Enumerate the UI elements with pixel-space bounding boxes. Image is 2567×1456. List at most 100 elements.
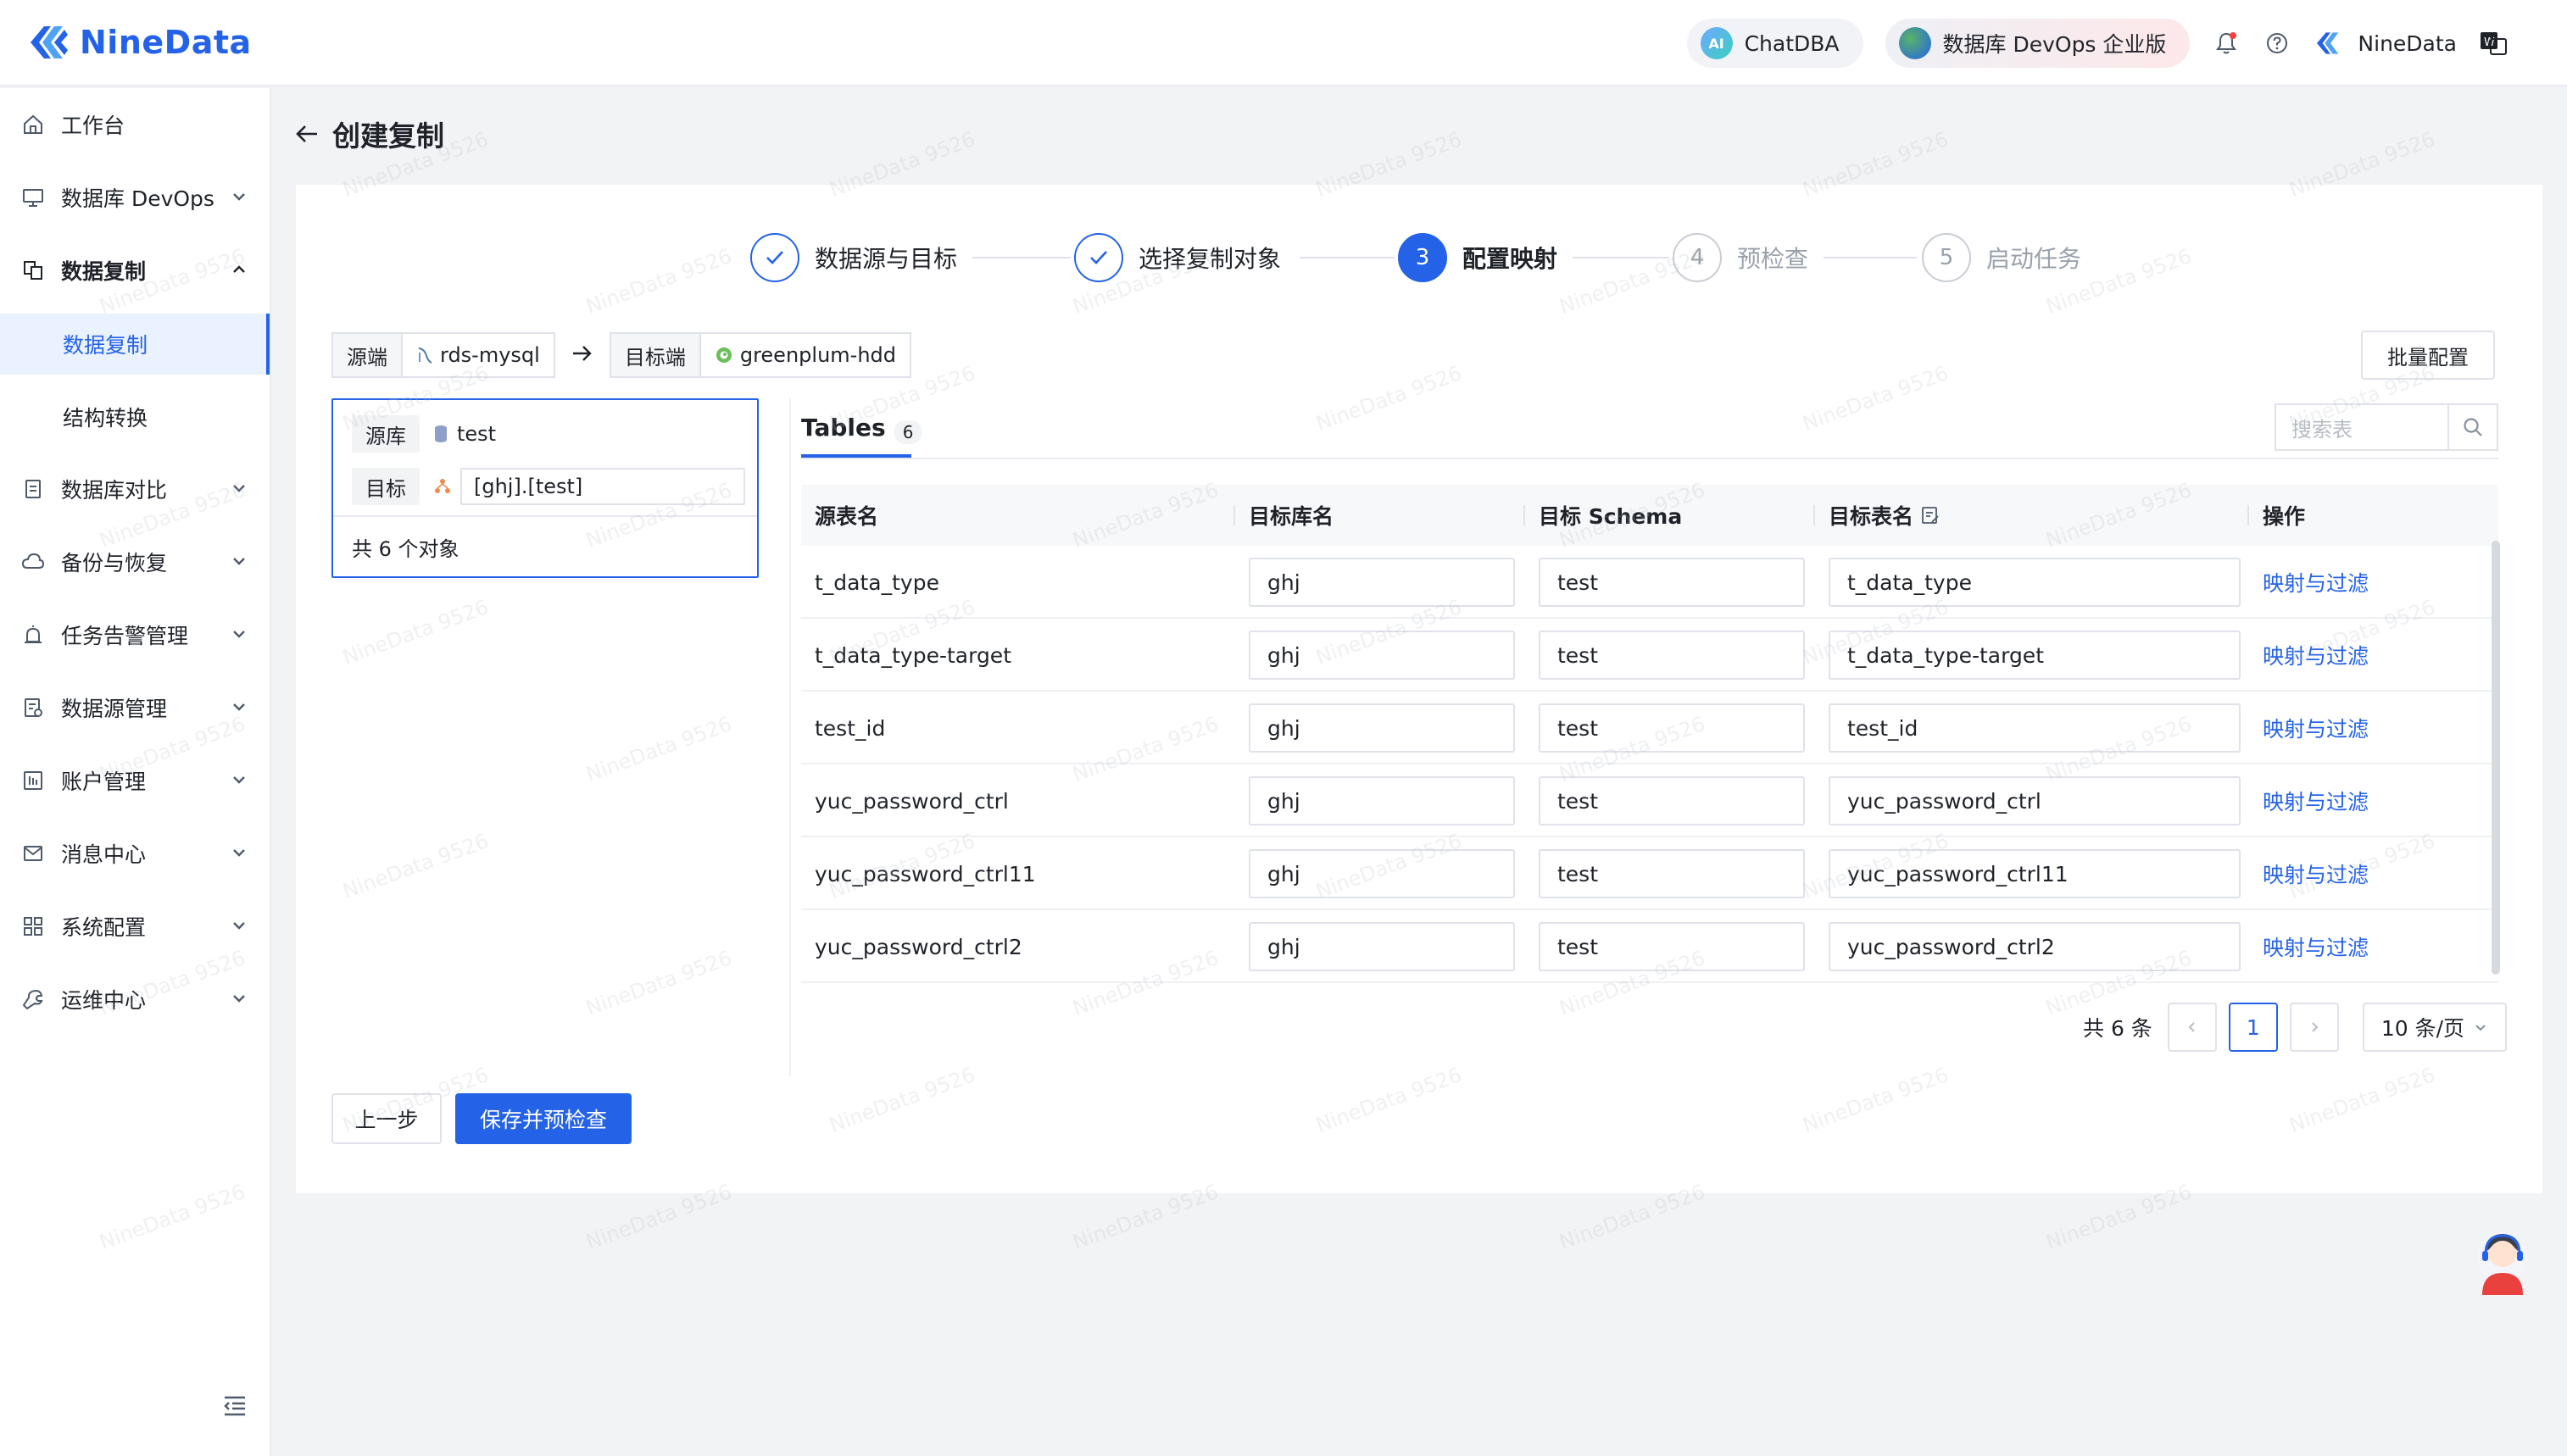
sidebar-item-label: 备份与恢复 — [61, 551, 168, 575]
target-db-row: 目标 [ghj].[test] — [352, 468, 745, 505]
sidebar-item-label: 运维中心 — [61, 988, 147, 1013]
next-page-icon[interactable] — [2289, 1003, 2339, 1052]
target-table-input[interactable]: t_data_type-target — [1829, 631, 2241, 680]
target-table-input[interactable]: test_id — [1829, 703, 2241, 753]
target-schema-input[interactable]: test — [1539, 776, 1805, 825]
target-endpoint: 目标端 greenplum-hdd — [609, 332, 911, 378]
page-size-value: 10 条/页 — [2380, 1016, 2464, 1041]
table-row: yuc_password_ctrl2 ghj test yuc_password… — [801, 910, 2498, 983]
previous-step-button[interactable]: 上一步 — [331, 1093, 442, 1144]
cloud-icon — [20, 549, 46, 575]
user-menu[interactable]: NineData — [2314, 28, 2457, 58]
mapping-filter-link[interactable]: 映射与过滤 — [2263, 546, 2369, 619]
sidebar-item-messages[interactable]: 消息中心 — [0, 817, 270, 890]
chevron-down-icon — [233, 631, 245, 638]
target-db-input[interactable]: [ghj].[test] — [460, 468, 745, 505]
chatdba-button[interactable]: AI ChatDBA — [1686, 19, 1863, 68]
target-schema-input[interactable]: test — [1539, 558, 1805, 607]
sidebar-item-workbench[interactable]: 工作台 — [0, 88, 270, 161]
target-schema-input[interactable]: test — [1539, 849, 1805, 898]
table-row: yuc_password_ctrl ghj test yuc_password_… — [801, 764, 2498, 837]
chevron-down-icon — [2475, 1025, 2486, 1031]
save-and-precheck-button[interactable]: 保存并预检查 — [455, 1093, 632, 1144]
target-table-input[interactable]: yuc_password_ctrl2 — [1829, 922, 2241, 971]
sidebar-item-account[interactable]: 账户管理 — [0, 744, 270, 817]
col-target-table: 目标表名 — [1829, 485, 1941, 546]
collapse-sidebar-icon[interactable] — [222, 1393, 248, 1419]
grid-icon — [20, 914, 46, 939]
sidebar-sub-label: 结构转换 — [63, 406, 148, 431]
sidebar-item-compare[interactable]: 数据库对比 — [0, 453, 270, 525]
mapping-filter-link[interactable]: 映射与过滤 — [2263, 619, 2369, 692]
alarm-icon — [20, 622, 46, 647]
target-table-input[interactable]: t_data_type — [1829, 558, 2241, 607]
help-icon[interactable] — [2263, 29, 2291, 58]
tab-tables[interactable]: Tables 6 — [801, 414, 922, 476]
support-assistant-icon[interactable] — [2470, 1224, 2535, 1300]
mapping-filter-link[interactable]: 映射与过滤 — [2263, 692, 2369, 764]
pagination: 共 6 条 1 10 条/页 — [2083, 1002, 2507, 1053]
chevron-down-icon — [233, 922, 245, 930]
sidebar-item-alarm[interactable]: 任务告警管理 — [0, 598, 270, 671]
sidebar-item-system-config[interactable]: 系统配置 — [0, 890, 270, 963]
target-db-input[interactable]: ghj — [1249, 776, 1515, 825]
globe-icon — [1898, 27, 1931, 59]
target-db-input[interactable]: ghj — [1249, 849, 1515, 898]
mapping-filter-link[interactable]: 映射与过滤 — [2263, 837, 2369, 910]
edit-icon[interactable] — [1920, 505, 1941, 525]
object-count: 共 6 个对象 — [333, 515, 757, 577]
target-schema-input[interactable]: test — [1539, 922, 1805, 971]
sidebar-item-label: 工作台 — [61, 114, 125, 138]
logo[interactable]: NineData — [25, 17, 252, 68]
cell-source-table: test_id — [815, 715, 886, 741]
sidebar-item-datasource[interactable]: 数据源管理 — [0, 671, 270, 744]
chevron-down-icon — [233, 995, 245, 1003]
enterprise-edition-button[interactable]: 数据库 DevOps 企业版 — [1885, 19, 2191, 68]
target-table-input[interactable]: yuc_password_ctrl — [1829, 776, 2241, 825]
target-db-input[interactable]: ghj — [1249, 631, 1515, 680]
sidebar-item-ops-center[interactable]: 运维中心 — [0, 963, 270, 1036]
top-header: NineData AI ChatDBA 数据库 DevOps 企业版 NineD… — [0, 0, 2567, 86]
table-scrollbar[interactable] — [2492, 541, 2500, 975]
sidebar-item-replication[interactable]: 数据复制 — [0, 234, 270, 307]
tab-count-badge: 6 — [894, 420, 922, 444]
step-label: 选择复制对象 — [1139, 245, 1282, 273]
sidebar-item-label: 任务告警管理 — [61, 624, 189, 648]
target-db-input[interactable]: ghj — [1249, 703, 1515, 753]
target-schema-input[interactable]: test — [1539, 703, 1805, 753]
search-input[interactable]: 搜索表 — [2276, 405, 2447, 449]
target-db-input[interactable]: ghj — [1249, 922, 1515, 971]
user-name: NineData — [2358, 31, 2457, 56]
target-schema-input[interactable]: test — [1539, 631, 1805, 680]
batch-config-button[interactable]: 批量配置 — [2361, 331, 2495, 380]
mapping-filter-link[interactable]: 映射与过滤 — [2263, 764, 2369, 837]
pagination-total: 共 6 条 — [2083, 1016, 2152, 1041]
search-icon[interactable] — [2447, 405, 2497, 449]
replication-icon — [20, 258, 46, 283]
bell-icon[interactable] — [2212, 29, 2241, 58]
prev-page-icon[interactable] — [2167, 1003, 2217, 1052]
page-number-button[interactable]: 1 — [2228, 1003, 2278, 1052]
step-connector — [972, 257, 1071, 258]
monitor-icon — [20, 185, 46, 210]
sidebar-item-devops[interactable]: 数据库 DevOps — [0, 161, 270, 234]
object-tree-panel[interactable]: 源库 test 目标 [ghj].[test] 共 6 个对象 — [331, 398, 759, 578]
cell-source-table: t_data_type — [815, 570, 939, 595]
table-row: yuc_password_ctrl11 ghj test yuc_passwor… — [801, 837, 2498, 910]
col-separator — [1523, 505, 1525, 525]
back-arrow-icon[interactable] — [293, 120, 320, 147]
target-db-input[interactable]: ghj — [1249, 558, 1515, 607]
sidebar-sub-structure-convert[interactable]: 结构转换 — [0, 386, 270, 447]
sidebar-item-backup[interactable]: 备份与恢复 — [0, 525, 270, 598]
greenplum-icon — [716, 347, 732, 363]
source-value: rds-mysql — [440, 343, 540, 367]
mapping-filter-link[interactable]: 映射与过滤 — [2263, 910, 2369, 983]
sidebar-sub-replication[interactable]: 数据复制 — [0, 314, 270, 375]
page-size-select[interactable]: 10 条/页 — [2362, 1003, 2507, 1052]
sidebar: 工作台 数据库 DevOps 数据复制 数据复制 结构转换 数据库对比 备份与恢… — [0, 88, 271, 1456]
language-switch-icon[interactable]: W — [2479, 29, 2508, 58]
target-table-input[interactable]: yuc_password_ctrl11 — [1829, 849, 2241, 898]
col-separator — [1233, 505, 1235, 525]
datasource-icon — [20, 695, 46, 720]
tab-label: Tables — [801, 414, 886, 442]
